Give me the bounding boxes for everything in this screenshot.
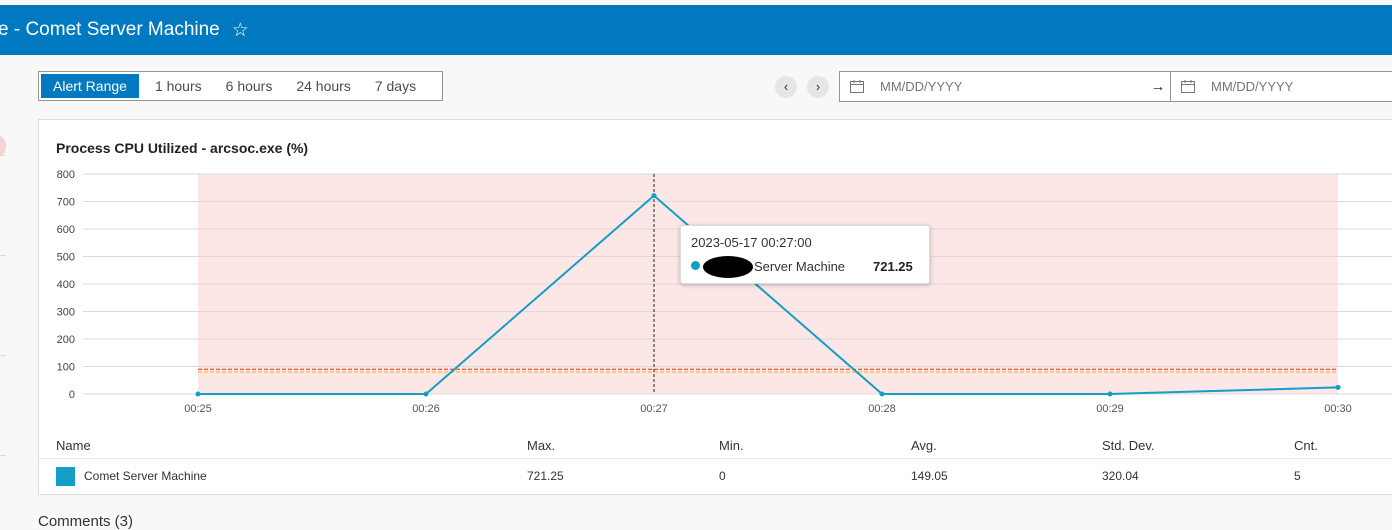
- next-button[interactable]: ›: [807, 76, 829, 98]
- y-tick-label: 400: [57, 279, 75, 291]
- status-indicator: [0, 135, 6, 157]
- cell-avg: 149.05: [911, 469, 948, 483]
- divider: [0, 255, 6, 256]
- start-date-field[interactable]: [839, 71, 1147, 102]
- time-range-selector: Alert Range 1 hours 6 hours 24 hours 7 d…: [38, 71, 443, 101]
- y-tick-label: 200: [57, 334, 75, 346]
- start-date-input[interactable]: [878, 78, 1022, 95]
- cell-std-dev: 320.04: [1102, 469, 1139, 483]
- table-row[interactable]: Comet Server Machine 721.25 0 149.05 320…: [39, 459, 1392, 495]
- stats-table-header: Name Max. Min. Avg. Std. Dev. Cnt.: [39, 432, 1392, 459]
- y-tick-label: 300: [57, 307, 75, 319]
- redaction-mark: [703, 256, 753, 278]
- x-tick-label: 00:27: [640, 403, 668, 415]
- x-tick-label: 00:25: [184, 403, 212, 415]
- series-dot-icon: [691, 261, 700, 270]
- y-tick-label: 500: [57, 252, 75, 264]
- divider: [0, 355, 6, 356]
- previous-button[interactable]: ‹: [775, 76, 797, 98]
- x-tick-label: 00:28: [868, 403, 896, 415]
- metric-card: Process CPU Utilized - arcsoc.exe (%) 01…: [38, 119, 1392, 495]
- data-point: [195, 391, 201, 397]
- cell-count: 5: [1294, 469, 1301, 483]
- data-point: [423, 391, 429, 397]
- y-tick-label: 600: [57, 224, 75, 236]
- y-tick-label: 700: [57, 197, 75, 209]
- range-7-days-button[interactable]: 7 days: [363, 74, 428, 98]
- page-title: e - Comet Server Machine: [0, 19, 220, 40]
- data-point: [1335, 384, 1341, 390]
- calendar-icon: [850, 80, 864, 93]
- col-name: Name: [56, 438, 91, 453]
- data-point: [1107, 391, 1113, 397]
- cell-max: 721.25: [527, 469, 564, 483]
- data-point: [879, 391, 885, 397]
- y-tick-label: 100: [57, 362, 75, 374]
- y-tick-label: 800: [57, 169, 75, 181]
- x-tick-label: 00:29: [1096, 403, 1124, 415]
- chevron-left-icon: ‹: [783, 79, 789, 94]
- col-avg: Avg.: [911, 438, 937, 453]
- col-max: Max.: [527, 438, 556, 453]
- cell-min: 0: [719, 469, 726, 483]
- col-count: Cnt.: [1294, 438, 1318, 453]
- calendar-icon: [1181, 80, 1195, 93]
- chevron-right-icon: ›: [815, 79, 821, 94]
- data-point: [651, 193, 657, 199]
- range-alert-button[interactable]: Alert Range: [41, 74, 139, 98]
- divider: [0, 155, 6, 156]
- left-panel-edge: [0, 55, 6, 526]
- x-tick-label: 00:26: [412, 403, 440, 415]
- range-1-hours-button[interactable]: 1 hours: [143, 74, 214, 98]
- range-6-hours-button[interactable]: 6 hours: [214, 74, 285, 98]
- date-range-arrow-icon: →: [1146, 71, 1170, 102]
- range-24-hours-button[interactable]: 24 hours: [284, 74, 362, 98]
- series-color-swatch: [56, 467, 75, 486]
- comments-heading[interactable]: Comments (3): [38, 513, 133, 530]
- cell-name: Comet Server Machine: [84, 469, 207, 483]
- col-std-dev: Std. Dev.: [1102, 438, 1155, 453]
- col-min: Min.: [719, 438, 744, 453]
- tooltip-series-name: Server Machine: [754, 259, 846, 274]
- chart-tooltip: 2023-05-17 00:27:00 Server Machine 721.2…: [680, 225, 930, 284]
- tooltip-value: 721.25: [873, 259, 913, 274]
- star-icon[interactable]: ☆: [232, 19, 249, 42]
- divider: [0, 455, 6, 456]
- end-date-input[interactable]: [1209, 78, 1353, 95]
- x-tick-label: 00:30: [1324, 403, 1352, 415]
- end-date-field[interactable]: [1170, 71, 1392, 102]
- tooltip-time: 2023-05-17 00:27:00: [691, 235, 812, 250]
- app-header: e - Comet Server Machine ☆: [0, 5, 1392, 55]
- y-tick-label: 0: [69, 389, 75, 401]
